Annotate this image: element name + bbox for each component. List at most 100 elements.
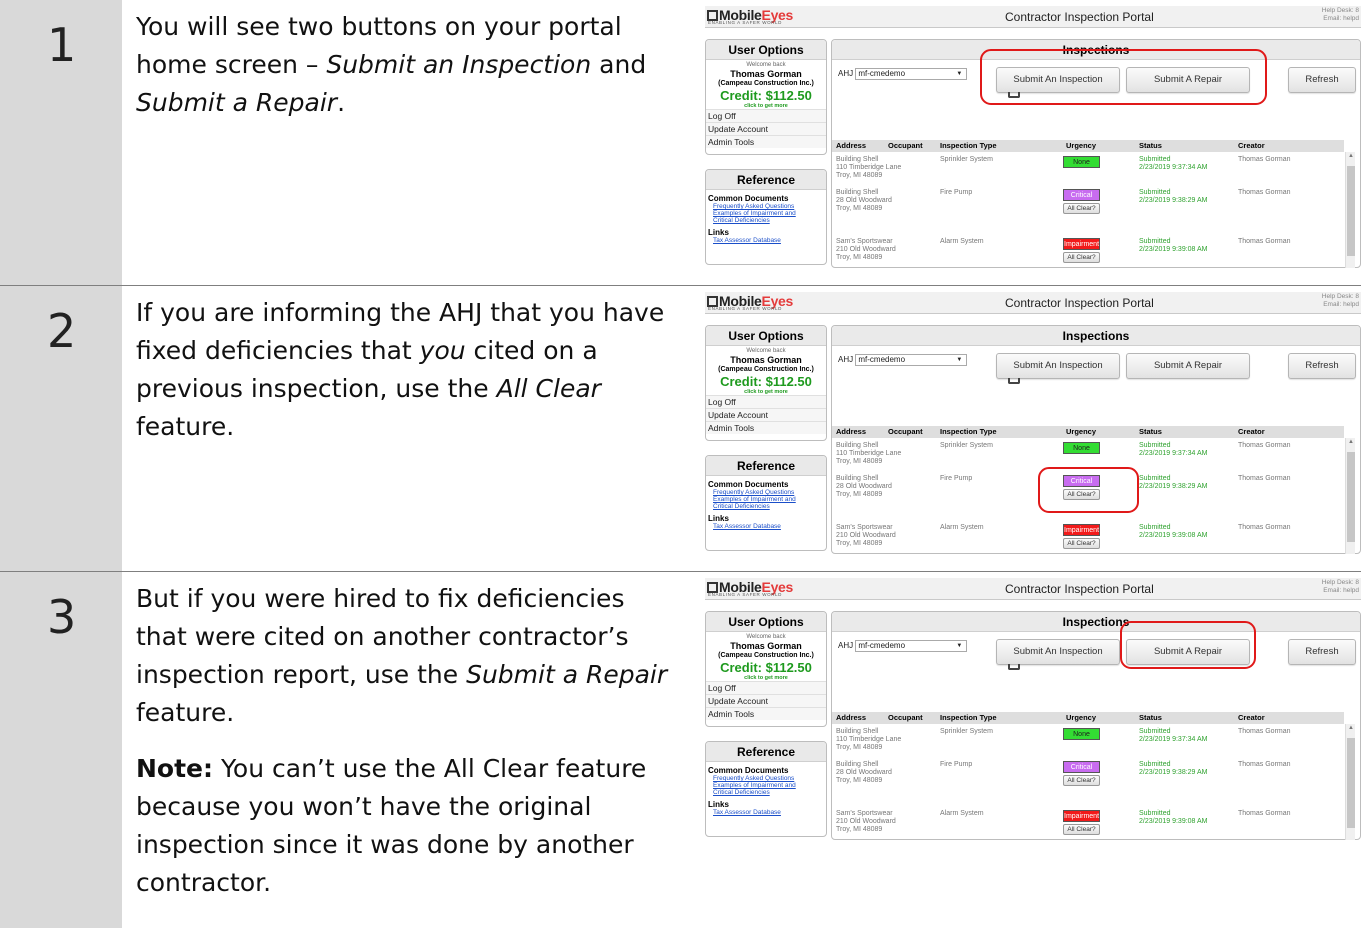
all-clear-button[interactable]: All Clear? [1063,252,1100,263]
credit-balance[interactable]: Credit: $112.50 [706,374,826,389]
highlight-all-clear [1038,467,1139,513]
step-text: But if you were hired to fix deficiencie… [136,580,676,913]
table-scrollbar[interactable]: ▲ [1345,438,1355,554]
text-run: . [337,88,346,117]
portal-title: Contractor Inspection Portal [1005,582,1154,596]
critical-deficiencies-link[interactable]: Critical Deficiencies [706,217,826,224]
inspections-panel: Inspections AHJ mf-cmedemo ▼ Submit An In… [831,611,1361,840]
portal-title: Contractor Inspection Portal [1005,10,1154,24]
table-scrollbar[interactable]: ▲ [1345,724,1355,840]
urgency-badge: Critical [1063,761,1100,773]
urgency-badge: Critical [1063,189,1100,201]
credit-balance[interactable]: Credit: $112.50 [706,88,826,103]
all-clear-button[interactable]: All Clear? [1063,775,1100,786]
impairment-examples-link[interactable]: Examples of Impairment and [706,782,826,789]
tax-assessor-link[interactable]: Tax Assessor Database [706,523,826,530]
portal-screenshot: MobileEyes ENABLING A SAFER WORLD Contra… [705,578,1361,840]
submit-repair-button[interactable]: Submit A Repair [1126,353,1250,379]
menu-log-off[interactable]: Log Off [706,681,826,694]
inspection-type: Fire Pump [940,189,973,196]
help-desk-info: Help Desk: 8 Email: helpd [1321,579,1359,594]
refresh-button[interactable]: Refresh [1288,67,1356,93]
inspections-heading: Inspections [832,326,1360,346]
menu-admin-tools[interactable]: Admin Tools [706,135,826,148]
col-address: Address [836,427,867,436]
credit-balance[interactable]: Credit: $112.50 [706,660,826,675]
text-run-italic: Submit a Repair [466,660,668,689]
menu-log-off[interactable]: Log Off [706,395,826,408]
faq-link[interactable]: Frequently Asked Questions [706,775,826,782]
creator: Thomas Gorman [1238,442,1291,449]
table-scrollbar[interactable]: ▲ [1345,152,1355,268]
col-urgency: Urgency [1066,141,1097,150]
text-run: feature. [136,698,235,727]
col-address: Address [836,713,867,722]
critical-deficiencies-link[interactable]: Critical Deficiencies [706,789,826,796]
step-text: If you are informing the AHJ that you ha… [136,294,676,457]
portal-header: MobileEyes ENABLING A SAFER WORLD Contra… [705,578,1361,600]
help-desk-info: Help Desk: 8 Email: helpd [1321,7,1359,22]
col-occupant: Occupant [888,713,923,722]
text-run-italic: All Clear [496,374,601,403]
scroll-up-icon[interactable]: ▲ [1348,439,1354,445]
tax-assessor-link[interactable]: Tax Assessor Database [706,237,826,244]
ahj-filter: AHJ mf-cmedemo ▼ [838,68,968,80]
ahj-select[interactable]: mf-cmedemo ▼ [855,68,968,80]
company-name: (Campeau Construction Inc.) [718,366,814,373]
refresh-button[interactable]: Refresh [1288,639,1356,665]
step-row-2: 2 If you are informing the AHJ that you … [0,286,1361,571]
dropdown-arrow-icon: ▼ [956,71,963,77]
col-urgency: Urgency [1066,427,1097,436]
all-clear-button[interactable]: All Clear? [1063,203,1100,214]
impairment-examples-link[interactable]: Examples of Impairment and [706,210,826,217]
ahj-select[interactable]: mf-cmedemo ▼ [855,640,968,652]
ahj-select[interactable]: mf-cmedemo ▼ [855,354,968,366]
company-name: (Campeau Construction Inc.) [718,652,814,659]
col-status: Status [1139,713,1162,722]
refresh-button[interactable]: Refresh [1288,353,1356,379]
table-header: Address Occupant Inspection Type Urgency… [832,712,1344,724]
menu-admin-tools[interactable]: Admin Tools [706,421,826,434]
step-number: 1 [47,18,77,72]
text-run-italic: you [419,336,466,365]
submit-inspection-button[interactable]: Submit An Inspection [996,639,1120,665]
creator: Thomas Gorman [1238,810,1291,817]
all-clear-button[interactable]: All Clear? [1063,824,1100,835]
tax-assessor-link[interactable]: Tax Assessor Database [706,809,826,816]
all-clear-button[interactable]: All Clear? [1063,538,1100,549]
scroll-thumb[interactable] [1347,452,1355,542]
menu-log-off[interactable]: Log Off [706,109,826,122]
step-number-cell: 3 [0,572,122,928]
common-documents-heading: Common Documents [708,194,789,203]
menu-update-account[interactable]: Update Account [706,694,826,707]
scroll-thumb[interactable] [1347,738,1355,828]
col-address: Address [836,141,867,150]
impairment-examples-link[interactable]: Examples of Impairment and [706,496,826,503]
user-options-heading: User Options [706,326,826,346]
reference-heading: Reference [706,456,826,476]
submit-inspection-button[interactable]: Submit An Inspection [996,353,1120,379]
inspections-heading: Inspections [832,612,1360,632]
scroll-up-icon[interactable]: ▲ [1348,725,1354,731]
welcome-text: Welcome back [746,348,786,354]
faq-link[interactable]: Frequently Asked Questions [706,203,826,210]
logo-tagline: ENABLING A SAFER WORLD [708,306,782,311]
menu-update-account[interactable]: Update Account [706,122,826,135]
menu-update-account[interactable]: Update Account [706,408,826,421]
table-header: Address Occupant Inspection Type Urgency… [832,140,1344,152]
urgency-badge: Impairment [1063,524,1100,536]
welcome-block: Welcome back Thomas Gorman (Campeau Cons… [706,348,826,395]
faq-link[interactable]: Frequently Asked Questions [706,489,826,496]
user-options-heading: User Options [706,612,826,632]
links-heading: Links [708,800,729,809]
portal-title: Contractor Inspection Portal [1005,296,1154,310]
welcome-block: Welcome back Thomas Gorman (Campeau Cons… [706,62,826,109]
creator: Thomas Gorman [1238,728,1291,735]
critical-deficiencies-link[interactable]: Critical Deficiencies [706,503,826,510]
scroll-up-icon[interactable]: ▲ [1348,153,1354,159]
reference-heading: Reference [706,170,826,190]
menu-admin-tools[interactable]: Admin Tools [706,707,826,720]
dropdown-arrow-icon: ▼ [956,643,963,649]
scroll-thumb[interactable] [1347,166,1355,256]
col-inspection-type: Inspection Type [940,427,997,436]
